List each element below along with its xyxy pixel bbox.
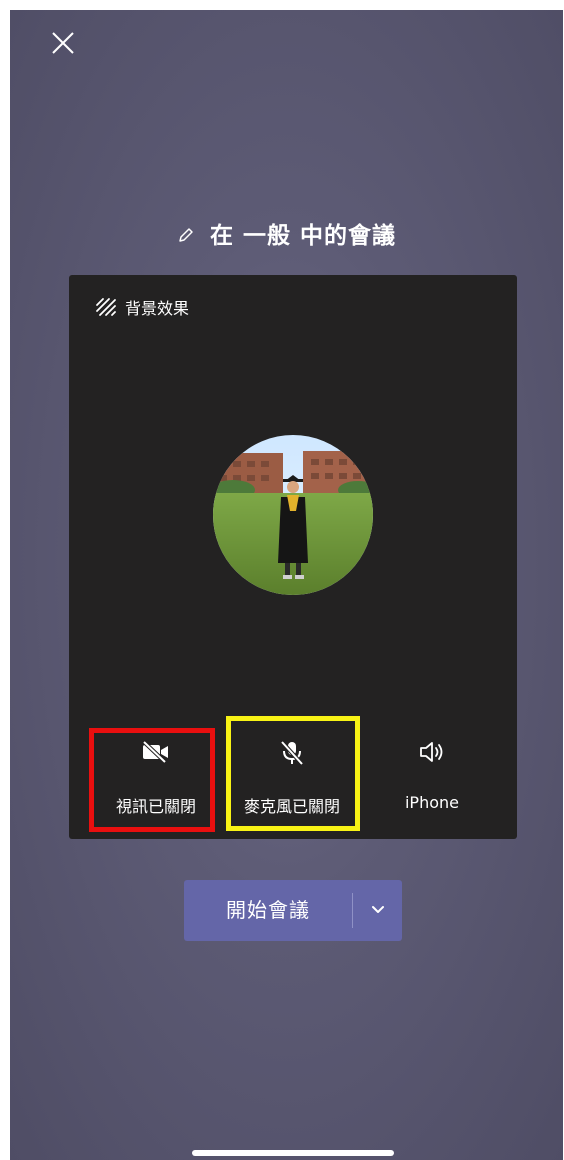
- chevron-down-icon[interactable]: [370, 880, 386, 941]
- close-button[interactable]: [50, 30, 76, 56]
- background-effects-label: 背景效果: [125, 299, 190, 318]
- start-meeting-label[interactable]: 開始會議: [184, 880, 352, 941]
- pencil-icon[interactable]: [177, 224, 195, 250]
- start-meeting-button[interactable]: 開始會議: [184, 880, 402, 941]
- meeting-title-row[interactable]: 在 一般 中的會議: [10, 216, 563, 250]
- audio-output-label: iPhone: [404, 793, 459, 812]
- camera-highlight-box: [89, 728, 215, 832]
- microphone-highlight-box: [226, 716, 360, 831]
- speaker-icon[interactable]: [367, 740, 497, 766]
- home-indicator[interactable]: [192, 1150, 394, 1156]
- join-options-dropdown[interactable]: [353, 880, 402, 941]
- close-icon[interactable]: [50, 30, 76, 56]
- background-effects-icon: [96, 298, 116, 316]
- meeting-prejoin-screen: 在 一般 中的會議 背景效果 視訊已關閉 麥克風已關閉 iPhone 開始會議: [10, 10, 563, 1160]
- meeting-title: 在 一般 中的會議: [210, 223, 397, 249]
- avatar: [213, 435, 373, 595]
- background-effects-button[interactable]: 背景效果: [95, 295, 189, 319]
- audio-output-button[interactable]: iPhone: [367, 715, 497, 839]
